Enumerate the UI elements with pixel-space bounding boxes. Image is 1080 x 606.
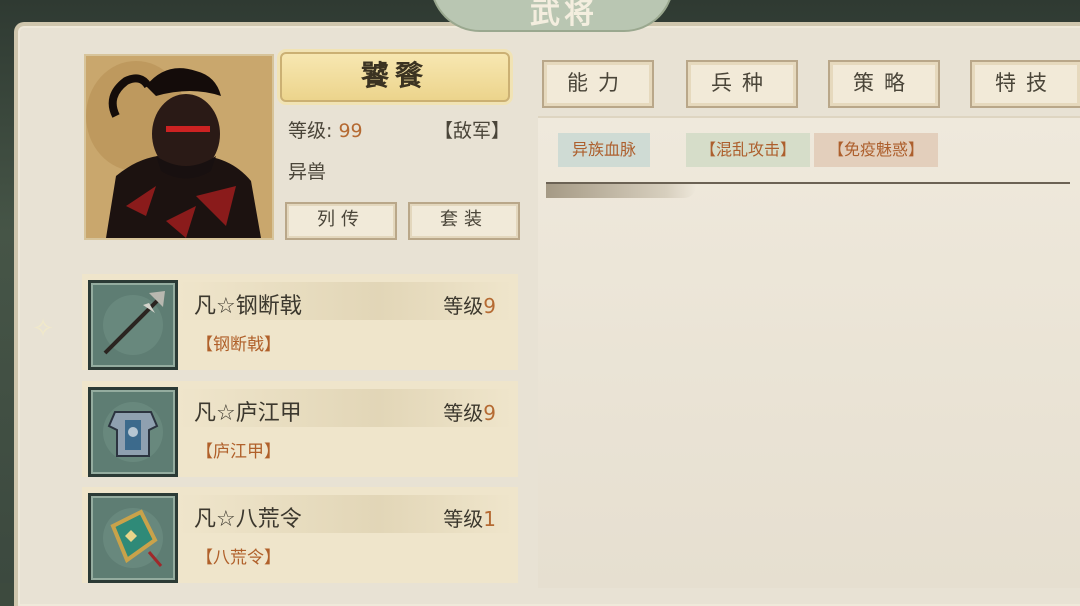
equipment-item[interactable]: 凡☆八荒令 等级1 【八荒令】 [82, 487, 518, 583]
tab-special-skills[interactable]: 特技 [970, 60, 1080, 108]
hero-type: 异兽 [288, 161, 327, 183]
divider-ornament [546, 184, 696, 198]
equipment-item[interactable]: 凡☆钢断戟 等级9 【钢断戟】 [82, 274, 518, 370]
hero-name-plate: 饕餮 [280, 52, 510, 102]
equipment-level: 等级1 [443, 503, 496, 532]
skill-tag[interactable]: 【免疫魅惑】 [814, 133, 939, 167]
tab-troops[interactable]: 兵种 [686, 60, 798, 108]
skill-tag[interactable]: 异族血脉 [558, 133, 651, 167]
equipment-level-value: 9 [483, 294, 496, 318]
tab-ability[interactable]: 能力 [542, 60, 654, 108]
armor-icon [88, 387, 178, 477]
equipment-level-value: 1 [483, 507, 496, 531]
equipment-subtitle: 【八荒令】 [196, 548, 281, 568]
equipment-level: 等级9 [443, 290, 496, 319]
skill-tag[interactable]: 【混乱攻击】 [686, 133, 811, 167]
equipment-name: 凡☆庐江甲 [194, 401, 302, 426]
equipment-name: 凡☆八荒令 [194, 507, 302, 532]
page-title: 武将 [530, 0, 598, 31]
halberd-icon [88, 280, 178, 370]
biography-button[interactable]: 列传 [285, 202, 397, 240]
equipment-name: 凡☆钢断戟 [194, 294, 302, 319]
equipment-item[interactable]: 凡☆庐江甲 等级9 【庐江甲】 [82, 381, 518, 477]
equipment-level-label: 等级 [443, 294, 484, 318]
level-value: 99 [338, 120, 363, 142]
token-icon [88, 493, 178, 583]
tab-strategy[interactable]: 策略 [828, 60, 940, 108]
level-label-text: 等级: [288, 120, 333, 142]
outfit-button[interactable]: 套装 [408, 202, 520, 240]
equipment-level-label: 等级 [443, 507, 484, 531]
equipment-subtitle: 【钢断戟】 [196, 335, 281, 355]
equipment-level-value: 9 [483, 401, 496, 425]
equipment-level-label: 等级 [443, 401, 484, 425]
prev-arrow-icon[interactable]: ✧ [28, 314, 58, 344]
hero-portrait [84, 54, 274, 240]
level-label: 等级: 99 [288, 116, 363, 143]
equipment-subtitle: 【庐江甲】 [196, 442, 281, 462]
faction-label: 【敌军】 [434, 120, 511, 142]
equipment-level: 等级9 [443, 397, 496, 426]
